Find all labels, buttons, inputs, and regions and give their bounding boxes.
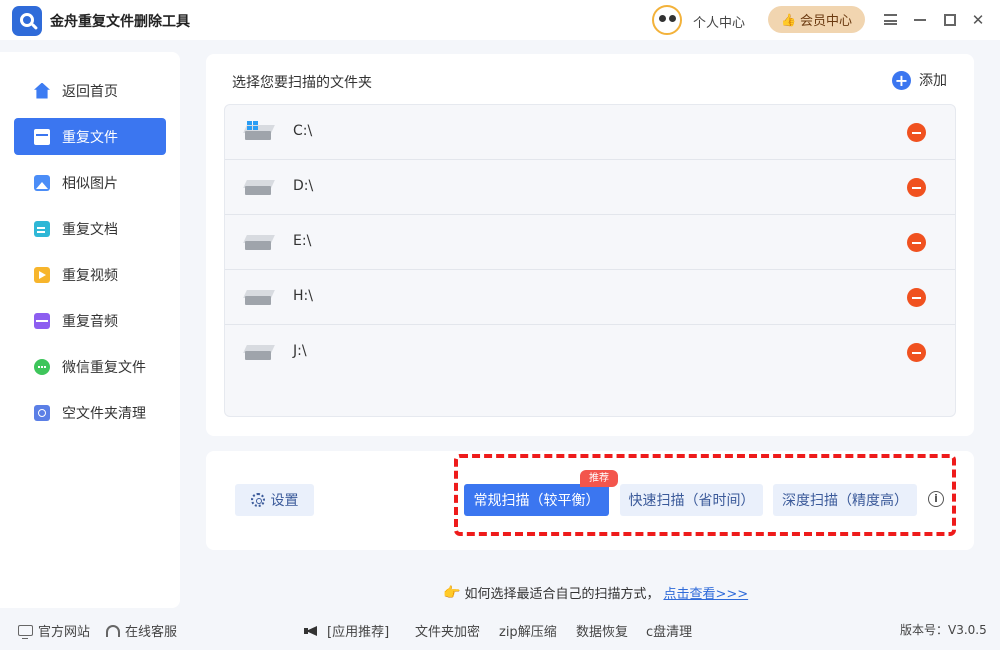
remove-icon[interactable] — [907, 233, 926, 252]
footer-link-folder-encrypt[interactable]: 文件夹加密 — [415, 621, 480, 640]
audio-icon — [34, 312, 50, 329]
tip-link[interactable]: 点击查看>>> — [663, 583, 748, 602]
headset-icon — [106, 624, 120, 637]
sidebar-item-label: 微信重复文件 — [62, 359, 146, 376]
video-icon — [34, 266, 50, 283]
wechat-icon — [34, 358, 50, 375]
sidebar: 返回首页 重复文件 相似图片 重复文档 重复视频 重复音频 微信重复文件 空文件… — [0, 52, 180, 608]
footer-link-c-drive-clean[interactable]: c盘清理 — [646, 621, 692, 640]
sidebar-item-similar-images[interactable]: 相似图片 — [14, 164, 166, 201]
drive-label: C:\ — [293, 123, 313, 139]
drive-label: J:\ — [293, 343, 307, 359]
info-icon[interactable]: i — [928, 491, 944, 507]
remove-icon[interactable] — [907, 288, 926, 307]
vip-center-label: 会员中心 — [799, 14, 852, 29]
sidebar-item-label: 重复音频 — [62, 313, 118, 330]
megaphone-icon — [304, 624, 322, 638]
drive-icon — [243, 290, 275, 306]
sidebar-item-duplicate-files[interactable]: 重复文件 — [14, 118, 166, 155]
vip-center-button[interactable]: 👍 会员中心 — [768, 6, 865, 33]
sidebar-item-label: 空文件夹清理 — [62, 405, 146, 422]
sidebar-item-label: 返回首页 — [62, 83, 118, 100]
folder-row[interactable]: H:\ — [225, 270, 955, 325]
normal-scan-button[interactable]: 常规扫描（较平衡） — [464, 484, 609, 516]
sidebar-item-home[interactable]: 返回首页 — [14, 72, 166, 109]
pointing-hand-icon: 👉 — [443, 584, 461, 601]
drive-icon — [243, 180, 275, 196]
thumbs-up-icon: 👍 — [781, 12, 796, 27]
sidebar-item-label: 重复文件 — [62, 129, 118, 146]
folder-icon — [34, 128, 50, 145]
version-label: 版本号：V3.0.5 — [900, 623, 987, 637]
app-title: 金舟重复文件删除工具 — [50, 14, 190, 30]
sidebar-item-label: 相似图片 — [62, 175, 118, 192]
home-icon — [34, 82, 50, 99]
sidebar-item-duplicate-videos[interactable]: 重复视频 — [14, 256, 166, 293]
drive-label: D:\ — [293, 178, 314, 194]
sidebar-item-duplicate-docs[interactable]: 重复文档 — [14, 210, 166, 247]
online-support-link[interactable]: 在线客服 — [106, 621, 177, 640]
footer-label: 在线客服 — [125, 625, 178, 640]
sidebar-item-empty-folders[interactable]: 空文件夹清理 — [14, 394, 166, 431]
windows-logo-icon — [247, 121, 259, 131]
deep-scan-button[interactable]: 深度扫描（精度高） — [773, 484, 917, 516]
personal-center-link[interactable]: 个人中心 — [693, 12, 745, 31]
folder-row[interactable]: D:\ — [225, 160, 955, 215]
menu-icon[interactable] — [880, 10, 900, 30]
sidebar-item-wechat-files[interactable]: 微信重复文件 — [14, 348, 166, 385]
remove-icon[interactable] — [907, 123, 926, 142]
sidebar-item-duplicate-audio[interactable]: 重复音频 — [14, 302, 166, 339]
folder-list: C:\ D:\ E:\ H:\ J:\ — [224, 104, 956, 417]
settings-button[interactable]: 设置 — [235, 484, 314, 516]
remove-icon[interactable] — [907, 178, 926, 197]
folder-row[interactable]: C:\ — [225, 105, 955, 160]
official-website-link[interactable]: 官方网站 — [18, 621, 90, 640]
image-icon — [34, 174, 50, 191]
add-folder-label: 添加 — [919, 73, 947, 89]
remove-icon[interactable] — [907, 343, 926, 362]
footer-link-zip[interactable]: zip解压缩 — [499, 621, 557, 640]
folder-row[interactable]: J:\ — [225, 325, 955, 380]
drive-icon — [243, 235, 275, 251]
close-icon[interactable]: ✕ — [968, 10, 988, 30]
sidebar-item-label: 重复视频 — [62, 267, 118, 284]
drive-icon — [243, 345, 275, 361]
drive-label: H:\ — [293, 288, 313, 304]
avatar[interactable] — [652, 5, 682, 35]
empty-folder-icon — [34, 404, 50, 421]
tip-text: 如何选择最适合自己的扫描方式， — [464, 587, 660, 602]
folder-panel: 选择您要扫描的文件夹 + 添加 C:\ D:\ E:\ H:\ J:\ — [206, 54, 974, 436]
footer-label: 官方网站 — [38, 625, 91, 640]
app-recommend-label: [应用推荐] — [327, 625, 390, 640]
maximize-icon[interactable] — [940, 10, 960, 30]
scan-tip: 👉 如何选择最适合自己的扫描方式， 点击查看>>> — [443, 583, 748, 603]
gear-icon — [250, 493, 265, 507]
monitor-icon — [18, 625, 33, 639]
panel-title: 选择您要扫描的文件夹 — [232, 75, 372, 91]
footer-link-data-recovery[interactable]: 数据恢复 — [576, 621, 628, 640]
settings-label: 设置 — [270, 493, 299, 509]
plus-icon: + — [892, 70, 911, 90]
sidebar-item-label: 重复文档 — [62, 221, 118, 238]
title-bar: 金舟重复文件删除工具 个人中心 👍 会员中心 ✕ — [0, 0, 1000, 40]
folder-row[interactable]: E:\ — [225, 215, 955, 270]
app-recommend: [应用推荐] — [304, 621, 389, 640]
fast-scan-button[interactable]: 快速扫描（省时间） — [620, 484, 763, 516]
app-logo-icon — [12, 6, 42, 36]
minimize-icon[interactable] — [910, 10, 930, 30]
add-folder-button[interactable]: + 添加 — [892, 70, 947, 90]
recommend-badge: 推荐 — [580, 470, 618, 487]
scan-panel: 设置 常规扫描（较平衡） 推荐 快速扫描（省时间） 深度扫描（精度高） i — [206, 451, 974, 550]
drive-label: E:\ — [293, 233, 312, 249]
doc-icon — [34, 220, 50, 237]
